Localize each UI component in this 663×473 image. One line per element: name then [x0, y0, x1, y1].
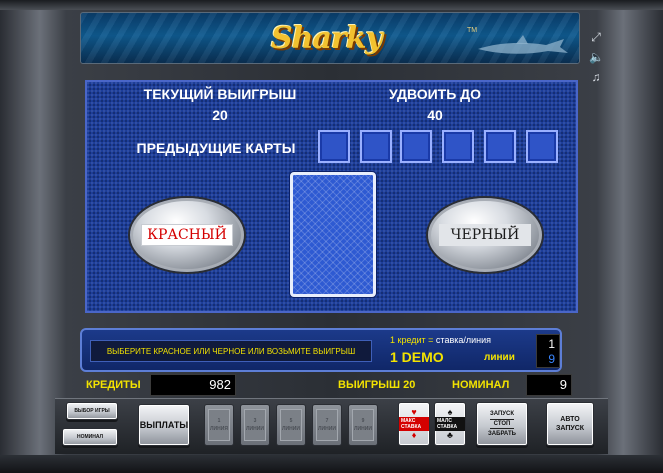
stop-label: СТОП [489, 419, 515, 429]
diamond-icon: ♦ [411, 430, 417, 440]
line-word: ЛИНИЯ [210, 426, 228, 432]
credits-label: КРЕДИТЫ [86, 379, 141, 391]
black-button-label: ЧЕРНЫЙ [439, 224, 531, 246]
cabinet-base [0, 455, 663, 473]
line-number: 3 [253, 418, 257, 424]
win-label: ВЫИГРЫШ 20 [338, 379, 416, 391]
denomination-button[interactable]: НОМИНАЛ [62, 428, 118, 446]
credits-value: 982 [150, 374, 236, 396]
face-down-card [290, 172, 376, 297]
credit-rate: 1 кредит = ставка/линия [390, 335, 491, 345]
club-icon: ♣ [447, 430, 453, 440]
lines-value: 9 [548, 352, 555, 366]
message-box: ВЫБЕРИТЕ КРАСНОЕ ИЛИ ЧЕРНОЕ ИЛИ ВОЗЬМИТЕ… [90, 340, 372, 362]
double-to-value: 40 [427, 107, 443, 123]
previous-card-slot [484, 130, 516, 163]
credit-rate-text: ставка/линия [435, 335, 492, 345]
line-number: 7 [325, 418, 329, 424]
shark-icon [478, 35, 568, 54]
current-win-label: ТЕКУЩИЙ ВЫИГРЫШ [143, 86, 297, 102]
previous-cards-label: ПРЕДЫДУЩИЕ КАРТЫ [136, 140, 296, 156]
previous-card-slot [318, 130, 350, 163]
denomination-value: 9 [526, 374, 572, 396]
start-stop-take-button[interactable]: ЗАПУСК СТОП ЗАБРАТЬ [476, 402, 528, 446]
lines-label: линии [484, 352, 515, 363]
info-bar: ВЫБЕРИТЕ КРАСНОЕ ИЛИ ЧЕРНОЕ ИЛИ ВОЗЬМИТЕ… [80, 328, 562, 372]
logo-banner: Sharky TM [80, 12, 580, 64]
auto-start-button[interactable]: АВТО ЗАПУСК [546, 402, 594, 446]
line-word: ЛИНИИ [282, 426, 300, 432]
line-word: ЛИНИИ [318, 426, 336, 432]
line-9-button[interactable]: 9 ЛИНИИ [348, 404, 378, 446]
game-select-button[interactable]: ВЫБОР ИГРЫ [66, 402, 118, 420]
rate-lines-display: 1 9 [536, 334, 560, 368]
previous-card-slot [442, 130, 474, 163]
previous-card-slot [360, 130, 392, 163]
demo-label: 1 DEMO [390, 349, 444, 365]
current-win-value: 20 [212, 107, 228, 123]
slot-cabinet: Sharky TM ⤢ 🔈 ♫ ТЕКУЩИЙ ВЫИГРЫШ 20 УДВОИ… [0, 0, 663, 473]
black-button[interactable]: ЧЕРНЫЙ [428, 198, 542, 272]
line-3-button[interactable]: 3 ЛИНИИ [240, 404, 270, 446]
line-number: 5 [289, 418, 293, 424]
max-bet-button[interactable]: ♥ МАКС СТАВКА ♦ [398, 402, 430, 446]
double-to-label: УДВОИТЬ ДО [388, 86, 482, 102]
min-bet-button[interactable]: ♠ МАЛС СТАВКА ♣ [434, 402, 466, 446]
music-icon[interactable]: ♫ [589, 70, 603, 84]
line-1-button[interactable]: 1 ЛИНИЯ [204, 404, 234, 446]
rate-value: 1 [548, 337, 555, 351]
game-logo: Sharky [271, 21, 383, 56]
cabinet-top-strip [0, 0, 663, 10]
line-word: ЛИНИИ [246, 426, 264, 432]
start-label: ЗАПУСК [489, 411, 515, 417]
red-button[interactable]: КРАСНЫЙ [130, 198, 244, 272]
line-7-button[interactable]: 7 ЛИНИИ [312, 404, 342, 446]
line-word: ЛИНИИ [354, 426, 372, 432]
line-5-button[interactable]: 5 ЛИНИИ [276, 404, 306, 446]
red-button-label: КРАСНЫЙ [141, 224, 233, 246]
credit-rate-prefix: 1 кредит = [390, 335, 436, 345]
take-label: ЗАБРАТЬ [488, 431, 516, 437]
spade-icon: ♠ [447, 407, 453, 417]
line-number: 9 [361, 418, 365, 424]
previous-card-slot [400, 130, 432, 163]
heart-icon: ♥ [411, 407, 417, 417]
denomination-label: НОМИНАЛ [452, 379, 510, 391]
sound-icon[interactable]: 🔈 [589, 50, 604, 64]
line-number: 1 [217, 418, 221, 424]
fullscreen-icon[interactable]: ⤢ [589, 30, 603, 44]
max-bet-label: МАКС СТАВКА [399, 417, 429, 431]
payout-button[interactable]: ВЫПЛАТЫ [138, 404, 190, 446]
min-bet-label: МАЛС СТАВКА [435, 417, 465, 431]
previous-card-slot [526, 130, 558, 163]
